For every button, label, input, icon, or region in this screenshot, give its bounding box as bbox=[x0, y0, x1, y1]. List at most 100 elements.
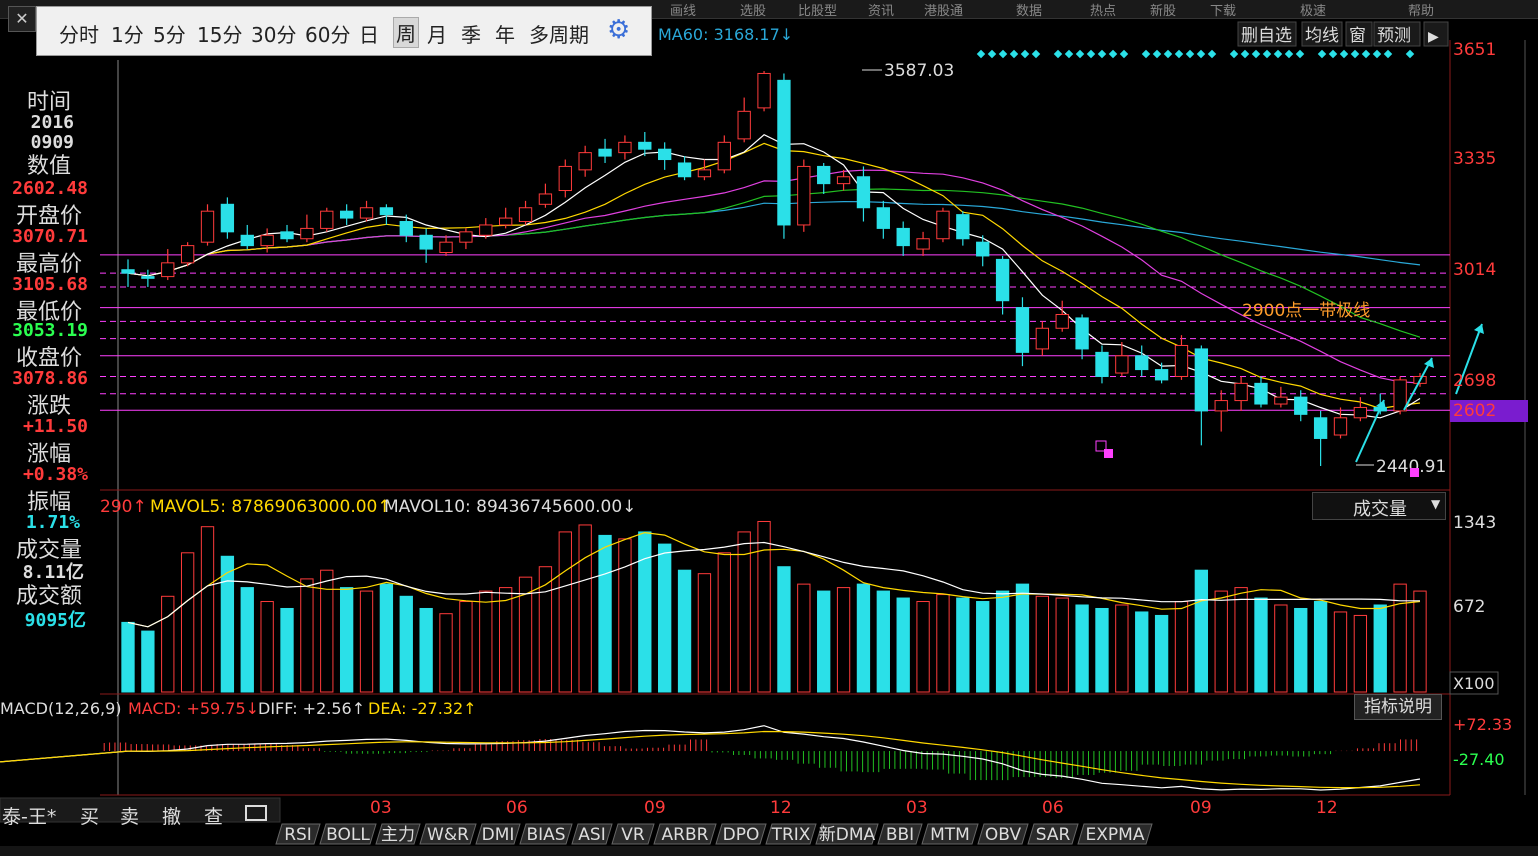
volume-bar bbox=[1214, 590, 1228, 693]
ma20-line bbox=[127, 169, 1421, 384]
candle bbox=[220, 203, 235, 233]
indicator-tab-label: TRIX bbox=[771, 825, 811, 845]
candle bbox=[479, 224, 493, 236]
volume-bar bbox=[260, 601, 274, 693]
candle bbox=[379, 207, 394, 216]
candle bbox=[339, 210, 354, 219]
candle bbox=[737, 110, 751, 140]
candle bbox=[1035, 327, 1050, 350]
candle bbox=[200, 210, 215, 243]
ma60-readout: MA60: 3168.17↓ bbox=[658, 25, 793, 44]
volume-unit: X100 bbox=[1453, 674, 1495, 693]
candle bbox=[797, 165, 811, 226]
volume-bar bbox=[618, 538, 632, 693]
volume-selector[interactable]: 成交量 ▼ bbox=[1312, 492, 1446, 520]
indicator-explain-button[interactable]: 指标说明 bbox=[1354, 694, 1442, 720]
marker-diamond bbox=[1229, 49, 1239, 59]
price-tick: 2698 bbox=[1453, 371, 1496, 391]
volume-bar bbox=[538, 566, 553, 693]
candle bbox=[300, 227, 314, 240]
toolbar-window-label: 窗 bbox=[1349, 26, 1366, 46]
volume-bar bbox=[1254, 597, 1268, 693]
marker-diamond bbox=[1108, 49, 1118, 59]
volume-bar bbox=[1274, 604, 1288, 693]
candle bbox=[161, 262, 175, 278]
candle bbox=[896, 227, 910, 247]
status-strip bbox=[0, 846, 1538, 856]
candle bbox=[558, 165, 572, 192]
volume-bar bbox=[1174, 601, 1189, 693]
signal-marker bbox=[1104, 449, 1113, 458]
marker-diamond bbox=[1185, 49, 1195, 59]
candle bbox=[936, 210, 950, 240]
ma10-line bbox=[127, 142, 1421, 410]
volume-bar bbox=[1353, 614, 1368, 693]
volume-bar bbox=[936, 594, 950, 693]
volume-bar bbox=[439, 613, 453, 693]
indicator-tab-label: OBV bbox=[985, 825, 1022, 845]
kline-chart[interactable]: MA60: 3168.17↓ 删自选 均线窗预测 ▶3587.032440.91290… bbox=[0, 0, 1538, 856]
indicator-tab-label: MTM bbox=[930, 825, 970, 845]
volume-bar bbox=[399, 595, 413, 693]
volume-bar bbox=[896, 597, 910, 693]
order-button-0: 泰-王* bbox=[2, 806, 56, 828]
toolbar-del_select-label: 删自选 bbox=[1241, 26, 1292, 46]
indicator-tab-label: BOLL bbox=[326, 825, 370, 845]
candle bbox=[777, 79, 791, 226]
trend-arrow-head bbox=[1424, 358, 1434, 368]
candle bbox=[1194, 348, 1209, 412]
marker-diamond bbox=[1075, 49, 1085, 59]
marker-diamond bbox=[987, 49, 997, 59]
volume-bar bbox=[240, 587, 254, 693]
candle bbox=[677, 162, 692, 178]
order-button-3: 撤 bbox=[162, 806, 181, 828]
diff-readout: DIFF: +2.56↑ bbox=[258, 699, 365, 718]
indicator-tab-label: RSI bbox=[284, 825, 312, 845]
indicator-tab-label: DMI bbox=[482, 825, 515, 845]
price-tick: 3651 bbox=[1453, 40, 1496, 60]
mavol-prev: 290↑ bbox=[100, 497, 147, 517]
volume-bar bbox=[916, 601, 930, 693]
candle bbox=[717, 141, 731, 171]
volume-bar bbox=[1135, 611, 1149, 693]
volume-bar bbox=[1055, 597, 1069, 693]
candle bbox=[638, 141, 652, 150]
volume-bar bbox=[459, 601, 473, 693]
marker-diamond bbox=[1405, 49, 1415, 59]
volume-bar bbox=[797, 583, 811, 693]
volume-bar bbox=[121, 621, 135, 693]
candle bbox=[697, 169, 712, 178]
candle bbox=[1234, 382, 1248, 402]
volume-bar bbox=[777, 566, 791, 693]
volume-bar bbox=[598, 534, 612, 693]
macd-readout: MACD: +59.75↓ bbox=[128, 699, 259, 718]
signal-marker bbox=[1410, 468, 1419, 477]
volume-bar bbox=[757, 520, 771, 693]
candle bbox=[180, 245, 195, 264]
candle bbox=[916, 238, 930, 250]
volume-bar bbox=[1035, 595, 1050, 693]
volume-bar bbox=[1154, 614, 1169, 693]
volume-bar bbox=[1333, 611, 1348, 693]
price-tick: 3014 bbox=[1453, 260, 1496, 280]
order-button-2: 卖 bbox=[120, 806, 139, 828]
marker-diamond bbox=[1163, 49, 1173, 59]
macd-name: MACD(12,26,9) bbox=[0, 699, 122, 718]
volume-bar bbox=[578, 524, 592, 693]
mavol10-readout: MAVOL10: 89436745600.00↓ bbox=[384, 497, 636, 517]
candle bbox=[1095, 351, 1109, 377]
marker-diamond bbox=[1031, 49, 1041, 59]
candle bbox=[439, 241, 453, 254]
candle bbox=[260, 234, 274, 247]
indicator-tab-label: ASI bbox=[578, 825, 605, 845]
marker-diamond bbox=[1317, 49, 1327, 59]
ma5-line bbox=[127, 133, 1421, 419]
candle bbox=[538, 193, 553, 205]
indicator-tab-label: DPO bbox=[723, 825, 760, 845]
order-button-4: 查 bbox=[204, 806, 223, 828]
volume-bar bbox=[498, 587, 513, 693]
volume-bar bbox=[697, 573, 712, 693]
x-axis-label: 09 bbox=[644, 798, 666, 818]
marker-diamond bbox=[1284, 49, 1294, 59]
macd-tick: +72.33 bbox=[1453, 715, 1512, 734]
